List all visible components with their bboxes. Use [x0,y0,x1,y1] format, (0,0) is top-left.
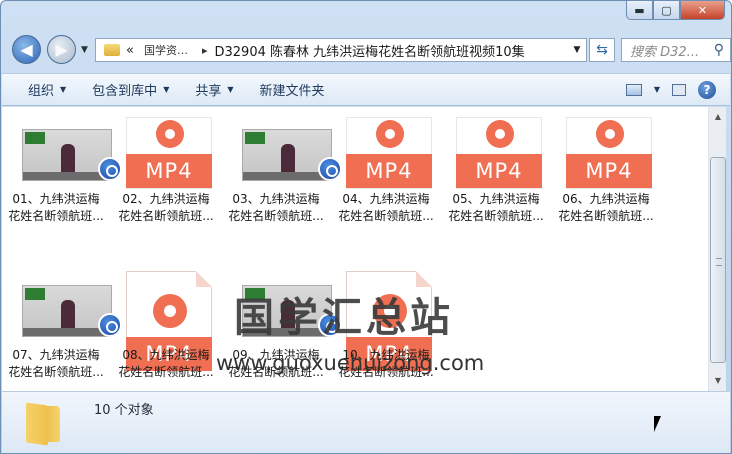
folder-icon [26,400,62,446]
mp4-file-icon: MP4 [552,117,658,189]
toolbar-right: ▼ ? [625,80,730,99]
file-name-line2: 花姓名断领航班... [8,209,104,223]
include-label: 包含到库中 [92,84,158,99]
file-name-line1: 06、九纬洪运梅 [562,192,650,206]
file-name-line1: 02、九纬洪运梅 [122,192,210,206]
caption-buttons: ▬ ▢ ✕ [626,1,725,20]
chevron-down-icon: ▼ [227,85,234,94]
preview-pane-icon[interactable] [672,83,686,96]
search-placeholder: 搜索 D32... [630,44,700,60]
explorer-window: ▬ ▢ ✕ ◀ ▶ ▼ « 国学资… ▸ D32904 陈春林 九纬洪运梅花姓名… [0,0,732,454]
file-name-line1: 04、九纬洪运梅 [342,192,430,206]
file-name-line2: 花姓名断领航班... [338,209,434,223]
file-name-line2: 花姓名断领航班... [448,209,544,223]
scroll-thumb[interactable] [710,157,726,363]
file-name: 06、九纬洪运梅 花姓名断领航班... [552,191,660,225]
file-name-line2: 花姓名断领航班... [118,209,214,223]
close-button[interactable]: ✕ [680,1,725,20]
file-name-line1: 03、九纬洪运梅 [232,192,320,206]
file-name-line1: 05、九纬洪运梅 [452,192,540,206]
chevron-down-icon: ▼ [163,85,170,94]
item-count: 10 个对象 [94,403,154,418]
file-name: 01、九纬洪运梅 花姓名断领航班... [2,191,110,225]
refresh-icon: ⇆ [596,42,608,58]
watermark-text: 国学汇总站 [234,295,454,341]
file-name-line2: 花姓名断领航班... [8,365,104,379]
breadcrumb-item[interactable]: 国学资… [144,42,188,58]
navigation-bar: ◀ ▶ ▼ « 国学资… ▸ D32904 陈春林 九纬洪运梅花姓名断领航班视频… [9,33,731,67]
video-thumbnail [2,273,122,345]
back-arrow-icon: ◀ [20,40,33,59]
command-bar: 组织 ▼ 包含到库中 ▼ 共享 ▼ 新建文件夹 ▼ ? [2,73,730,106]
file-name-line2: 花姓名断领航班... [118,365,214,379]
folder-icon [104,44,120,56]
media-player-icon [98,313,122,337]
new-folder-button[interactable]: 新建文件夹 [247,74,338,105]
address-bar[interactable]: « 国学资… ▸ D32904 陈春林 九纬洪运梅花姓名断领航班视频10集 ▼ [95,38,587,62]
mp4-file-icon: MP4 [112,271,218,371]
file-name: 07、九纬洪运梅 花姓名断领航班... [2,347,110,381]
file-name: 03、九纬洪运梅 花姓名断领航班... [222,191,330,225]
scroll-up-button[interactable]: ▲ [709,109,727,125]
minimize-button[interactable]: ▬ [626,1,653,20]
file-name: 04、九纬洪运梅 花姓名断领航班... [332,191,440,225]
organize-label: 组织 [28,84,55,99]
share-menu[interactable]: 共享 ▼ [182,74,246,105]
vertical-scrollbar[interactable]: ▲ ▼ [708,107,726,391]
breadcrumb-overflow[interactable]: « [126,43,134,58]
file-name-line1: 01、九纬洪运梅 [12,192,100,206]
file-name-line1: 07、九纬洪运梅 [12,348,100,362]
breadcrumb-separator[interactable]: ▸ [202,44,208,57]
mouse-cursor-icon [654,416,661,432]
file-name-line2: 花姓名断领航班... [558,209,654,223]
file-name: 02、九纬洪运梅 花姓名断领航班... [112,191,220,225]
change-view-icon[interactable] [625,83,642,96]
mp4-file-icon: MP4 [332,117,438,189]
include-in-library-menu[interactable]: 包含到库中 ▼ [79,74,182,105]
organize-menu[interactable]: 组织 ▼ [2,74,79,105]
maximize-button[interactable]: ▢ [653,1,680,20]
forward-button[interactable]: ▶ [47,35,76,64]
video-thumbnail [2,117,122,189]
forward-arrow-icon: ▶ [55,40,68,59]
breadcrumb-current[interactable]: D32904 陈春林 九纬洪运梅花姓名断领航班视频10集 [215,41,525,60]
media-player-icon [318,157,342,181]
search-input[interactable]: 搜索 D32... ⚲ [621,38,731,62]
new-folder-label: 新建文件夹 [259,84,325,99]
recent-pages-dropdown[interactable]: ▼ [81,45,88,55]
refresh-button[interactable]: ⇆ [589,38,615,62]
address-dropdown[interactable]: ▼ [568,45,586,55]
search-icon[interactable]: ⚲ [714,42,724,58]
share-label: 共享 [195,84,222,99]
video-thumbnail [222,117,342,189]
chevron-down-icon: ▼ [60,85,67,94]
file-name-line1: 08、九纬洪运梅 [122,348,210,362]
file-list: MP4 10、九纬洪运梅 花姓名断领航班... 09、九纬洪运梅 花姓名断领航班... M… [2,107,708,391]
scroll-down-button[interactable]: ▼ [709,373,727,389]
file-name: 05、九纬洪运梅 花姓名断领航班... [442,191,550,225]
media-player-icon [98,157,122,181]
file-name-line2: 花姓名断领航班... [228,209,324,223]
view-options-dropdown[interactable]: ▼ [654,85,660,94]
mp4-file-icon: MP4 [442,117,548,189]
watermark-url: www.guoxuehuizong.com [216,351,485,375]
help-icon[interactable]: ? [698,80,716,99]
mp4-file-icon: MP4 [112,117,218,189]
details-pane: 10 个对象 [2,391,730,453]
back-button[interactable]: ◀ [12,35,41,64]
file-name: 08、九纬洪运梅 花姓名断领航班... [112,347,220,381]
